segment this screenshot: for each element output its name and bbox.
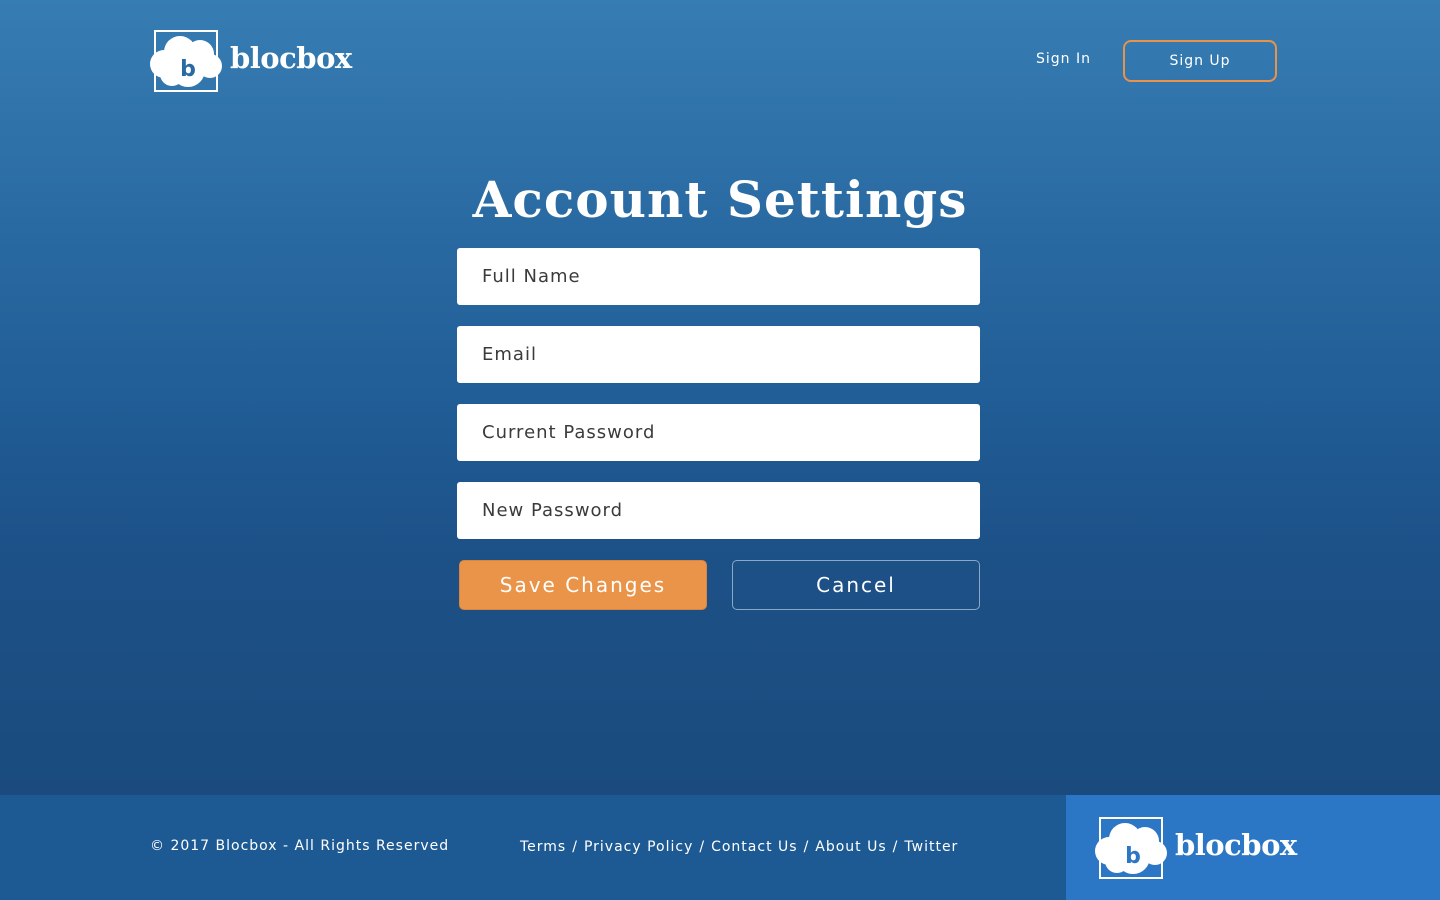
sign-up-button[interactable]: Sign Up (1123, 40, 1277, 82)
footer-link-twitter[interactable]: Twitter (904, 839, 958, 855)
current-password-field[interactable] (457, 404, 980, 461)
brand-name: blocbox (230, 41, 352, 75)
new-password-field[interactable] (457, 482, 980, 539)
full-name-field[interactable] (457, 248, 980, 305)
email-field[interactable] (457, 326, 980, 383)
svg-text:b: b (1125, 844, 1141, 869)
link-separator: / (803, 839, 810, 855)
footer-logo[interactable]: b blocbox (1095, 817, 1297, 879)
sign-in-link[interactable]: Sign In (1036, 51, 1091, 67)
footer-links: Terms / Privacy Policy / Contact Us / Ab… (520, 839, 958, 855)
save-changes-button[interactable]: Save Changes (459, 560, 707, 610)
cloud-b-icon: b (1095, 817, 1169, 879)
footer-brand-name: blocbox (1175, 828, 1297, 862)
link-separator: / (892, 839, 899, 855)
link-separator: / (699, 839, 706, 855)
footer-link-about-us[interactable]: About Us (815, 839, 886, 855)
footer-link-privacy-policy[interactable]: Privacy Policy (584, 839, 693, 855)
page-title: Account Settings (472, 170, 968, 229)
cancel-button[interactable]: Cancel (732, 560, 980, 610)
cloud-b-icon: b (150, 30, 224, 92)
hero-background (0, 0, 1440, 795)
footer-link-terms[interactable]: Terms (520, 839, 566, 855)
svg-text:b: b (180, 57, 196, 82)
link-separator: / (572, 839, 578, 855)
header-logo[interactable]: b blocbox (150, 30, 352, 92)
footer-link-contact-us[interactable]: Contact Us (711, 839, 797, 855)
copyright-text: © 2017 Blocbox - All Rights Reserved (150, 838, 450, 854)
